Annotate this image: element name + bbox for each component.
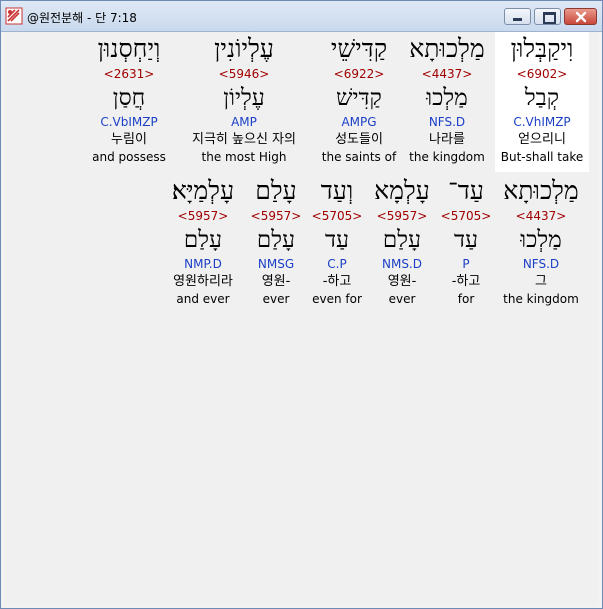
- interlinear-panel: וִיקַבְּלוּן <6902> קְבַל C.VhIMZP 얻으리니 …: [5, 32, 598, 604]
- parse-code: NFS.D: [428, 115, 466, 129]
- parse-code: NMP.D: [184, 257, 222, 271]
- interlinear-word[interactable]: מַלְכוּתָא <4437> מַלְכוּ NFS.D 나라를 the …: [405, 32, 489, 165]
- hebrew-word: מַלְכוּתָא: [409, 34, 485, 63]
- strong-number: <6902>: [516, 67, 568, 81]
- lemma: עָלַם: [256, 227, 296, 253]
- hebrew-word: קַדִּישֵׁי: [330, 34, 388, 63]
- lemma: מַלְכוּ: [426, 85, 468, 111]
- lemma: עָלַם: [183, 227, 223, 253]
- interlinear-word[interactable]: עַד־ <5705> עַד P -하고 for: [437, 174, 495, 307]
- english-gloss: for: [457, 292, 475, 306]
- parse-code: NFS.D: [522, 257, 560, 271]
- hebrew-word: עַד־: [448, 176, 484, 205]
- hebrew-word: מַלְכוּתָא: [503, 176, 579, 205]
- maximize-icon: [543, 12, 556, 24]
- strong-number: <4437>: [515, 209, 567, 223]
- interlinear-word[interactable]: עָלְמָא <5957> עָלַם NMS.D 영원- ever: [371, 174, 433, 307]
- korean-gloss: 누림이: [111, 132, 147, 147]
- interlinear-word[interactable]: וִיקַבְּלוּן <6902> קְבַל C.VhIMZP 얻으리니 …: [495, 32, 589, 172]
- parse-code: C.VbIMZP: [100, 115, 158, 129]
- strong-number: <6922>: [333, 67, 385, 81]
- strong-number: <5946>: [218, 67, 270, 81]
- interlinear-word[interactable]: קַדִּישֵׁי <6922> קַדִּישׁ AMPG 성도들이 the…: [317, 32, 401, 165]
- close-icon: [575, 11, 587, 23]
- strong-number: <4437>: [421, 67, 473, 81]
- hebrew-word: וִיקַבְּלוּן: [510, 34, 574, 63]
- minimize-button[interactable]: [504, 8, 531, 25]
- parse-code: AMP: [231, 115, 257, 129]
- korean-gloss: 나라를: [429, 132, 465, 147]
- hebrew-word: עָלְמָא: [374, 176, 430, 205]
- lemma: קַדִּישׁ: [336, 85, 382, 111]
- strong-number: <5957>: [376, 209, 428, 223]
- english-gloss: ever: [262, 292, 290, 306]
- english-gloss: ever: [388, 292, 416, 306]
- korean-gloss: 지극히 높으신 자의: [192, 132, 296, 147]
- english-gloss: the most High: [201, 150, 287, 164]
- korean-gloss: 영원-: [387, 274, 417, 289]
- english-gloss: But-shall take: [500, 150, 584, 164]
- minimize-icon: [513, 18, 522, 21]
- interlinear-word[interactable]: עָלְמַיָּא׃ <5957> עָלַם NMP.D 영원하리라 and…: [161, 174, 245, 307]
- strong-number: <5957>: [177, 209, 229, 223]
- korean-gloss: 성도들이: [335, 132, 383, 147]
- lemma: עֶלְיוֹן: [223, 85, 265, 111]
- korean-gloss: -하고: [322, 274, 352, 289]
- interlinear-word[interactable]: וְעַד <5705> עַד C.P -하고 even for: [307, 174, 367, 307]
- korean-gloss: 영원-: [261, 274, 291, 289]
- lemma: עָלַם: [382, 227, 422, 253]
- english-gloss: the saints of: [321, 150, 397, 164]
- interlinear-word[interactable]: מַלְכוּתָא <4437> מַלְכוּ NFS.D 그 the ki…: [499, 174, 583, 307]
- parse-code: P: [462, 257, 470, 271]
- parse-code: NMSG: [257, 257, 295, 271]
- lemma: חֲסַן: [112, 85, 146, 111]
- lemma: עַד: [453, 227, 479, 253]
- hebrew-word: וְיַחְסְנוּן: [97, 34, 161, 63]
- interlinear-word[interactable]: וְיַחְסְנוּן <2631> חֲסַן C.VbIMZP 누림이 a…: [87, 32, 171, 165]
- lemma: קְבַל: [524, 85, 560, 111]
- hebrew-word: עָלְמַיָּא׃: [171, 176, 235, 205]
- parse-code: C.VhIMZP: [513, 115, 571, 129]
- maximize-button[interactable]: [534, 8, 561, 25]
- lemma: עַד: [324, 227, 350, 253]
- title-bar[interactable]: @원전분해 - 단 7:18: [1, 1, 602, 32]
- hebrew-word: עָלַם: [255, 176, 297, 205]
- korean-gloss: 영원하리라: [173, 274, 233, 289]
- english-gloss: even for: [312, 292, 362, 306]
- english-gloss: and possess: [92, 150, 166, 164]
- window-title: @원전분해 - 단 7:18: [27, 11, 137, 25]
- strong-number: <5705>: [311, 209, 363, 223]
- korean-gloss: -하고: [451, 274, 481, 289]
- strong-number: <5957>: [250, 209, 302, 223]
- english-gloss: and ever: [176, 292, 230, 306]
- verse-line-2: מַלְכוּתָא <4437> מַלְכוּ NFS.D 그 the ki…: [5, 174, 598, 316]
- english-gloss: the kingdom: [503, 292, 579, 306]
- lemma: מַלְכוּ: [520, 227, 562, 253]
- verse-line-1: וִיקַבְּלוּן <6902> קְבַל C.VhIMZP 얻으리니 …: [5, 32, 598, 174]
- close-button[interactable]: [564, 8, 597, 25]
- english-gloss: the kingdom: [409, 150, 485, 164]
- hebrew-word: וְעַד: [320, 176, 354, 205]
- app-logo-icon: [5, 7, 23, 25]
- interlinear-word[interactable]: עָלַם <5957> עָלַם NMSG 영원- ever: [249, 174, 303, 307]
- app-window: @원전분해 - 단 7:18 וִיקַבְּלוּן <6902> קְבַל…: [0, 0, 603, 609]
- parse-code: NMS.D: [381, 257, 422, 271]
- korean-gloss: 얻으리니: [518, 132, 566, 147]
- strong-number: <5705>: [440, 209, 492, 223]
- strong-number: <2631>: [103, 67, 155, 81]
- parse-code: AMPG: [341, 115, 377, 129]
- interlinear-word[interactable]: עֶלְיוֹנִין <5946> עֶלְיוֹן AMP 지극히 높으신 …: [175, 32, 313, 165]
- korean-gloss: 그: [535, 274, 547, 289]
- parse-code: C.P: [327, 257, 347, 271]
- hebrew-word: עֶלְיוֹנִין: [214, 34, 274, 63]
